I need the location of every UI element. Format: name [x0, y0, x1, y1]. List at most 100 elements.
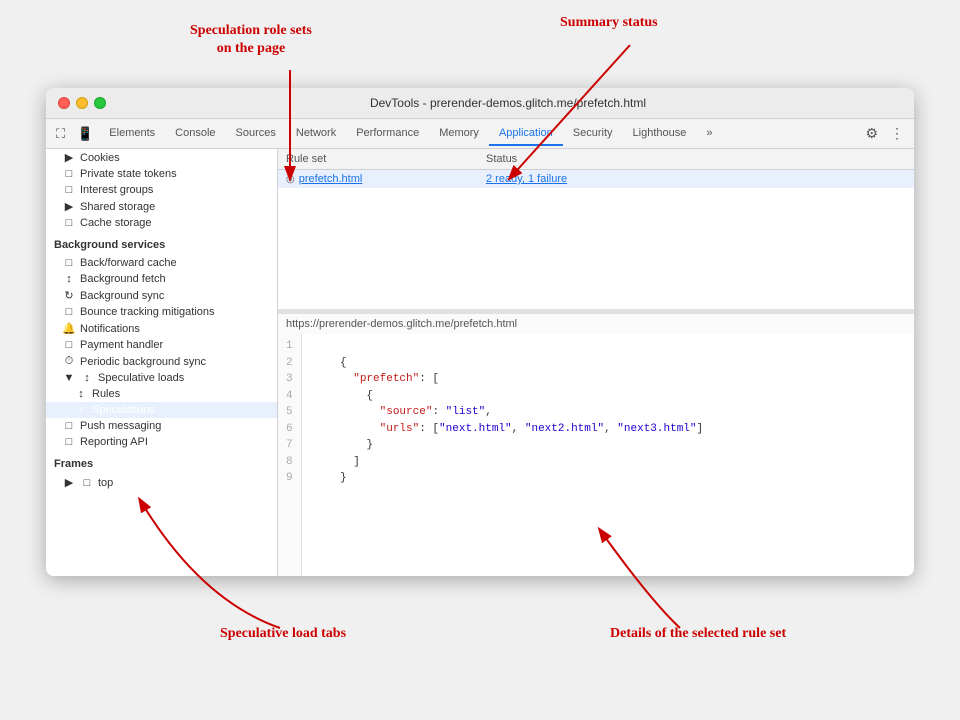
more-options-icon[interactable]: ⋮ [884, 121, 910, 146]
rule-table-header: Rule set Status [278, 149, 914, 170]
sidebar-item-back-forward[interactable]: □ Back/forward cache [46, 255, 277, 271]
code-content: { "prefetch": [ { "source": "list", "url… [302, 334, 716, 576]
sidebar-item-background-fetch[interactable]: ↕ Background fetch [46, 271, 277, 287]
rule-set-cell: ◎ prefetch.html [286, 173, 486, 185]
speculations-icon: ↕ [74, 404, 88, 416]
private-state-icon: □ [62, 168, 76, 180]
annotation-speculative-load-tabs: Speculative load tabs [220, 625, 346, 643]
line-numbers: 1 2 3 4 5 6 7 8 9 [278, 334, 302, 576]
sidebar: ▶ Cookies □ Private state tokens □ Inter… [46, 149, 278, 576]
sidebar-label-periodic-sync: Periodic background sync [80, 356, 206, 368]
rule-icon: ◎ [286, 174, 295, 185]
tab-lighthouse[interactable]: Lighthouse [623, 122, 697, 146]
sidebar-label-shared-storage: Shared storage [80, 201, 155, 213]
cache-storage-icon: □ [62, 217, 76, 229]
sidebar-label-cache-storage: Cache storage [80, 217, 152, 229]
sidebar-label-top: top [98, 477, 113, 489]
traffic-light-green[interactable] [94, 97, 106, 109]
sidebar-label-payment-handler: Payment handler [80, 339, 163, 351]
speculative-loads-icon: ↕ [80, 372, 94, 384]
reporting-api-icon: □ [62, 436, 76, 448]
devtools-icon-device[interactable]: 📱 [71, 122, 99, 146]
sidebar-item-top-frame[interactable]: ▶ □ top [46, 474, 277, 491]
tab-console[interactable]: Console [165, 122, 225, 146]
shared-storage-icon: ▶ [62, 200, 76, 213]
sidebar-item-bounce-tracking[interactable]: □ Bounce tracking mitigations [46, 304, 277, 320]
title-bar: DevTools - prerender-demos.glitch.me/pre… [46, 88, 914, 119]
code-view: 1 2 3 4 5 6 7 8 9 { "prefetch": [ { "sou… [278, 334, 914, 576]
sidebar-label-background-fetch: Background fetch [80, 273, 166, 285]
sidebar-label-bounce-tracking: Bounce tracking mitigations [80, 306, 215, 318]
payment-handler-icon: □ [62, 339, 76, 351]
sidebar-label-notifications: Notifications [80, 323, 140, 335]
main-panel: Rule set Status ◎ prefetch.html 2 ready,… [278, 149, 914, 576]
bottom-panel: https://prerender-demos.glitch.me/prefet… [278, 313, 914, 576]
sidebar-label-interest-groups: Interest groups [80, 184, 153, 196]
cookies-icon: ▶ [62, 151, 76, 164]
rules-icon: ↕ [74, 388, 88, 400]
devtools-body: ▶ Cookies □ Private state tokens □ Inter… [46, 149, 914, 576]
status-col-header: Status [486, 153, 906, 165]
url-text: https://prerender-demos.glitch.me/prefet… [286, 318, 517, 330]
status-cell: 2 ready, 1 failure [486, 173, 906, 185]
traffic-lights [58, 97, 106, 109]
sidebar-item-cache-storage[interactable]: □ Cache storage [46, 215, 277, 231]
traffic-light-yellow[interactable] [76, 97, 88, 109]
tab-network[interactable]: Network [286, 122, 346, 146]
devtools-tab-bar: ⛶ 📱 Elements Console Sources Network Per… [46, 119, 914, 149]
tab-sources[interactable]: Sources [226, 122, 286, 146]
annotation-speculation-role-sets: Speculation role setson the page [190, 22, 312, 58]
sidebar-item-notifications[interactable]: 🔔 Notifications [46, 320, 277, 337]
tab-more[interactable]: » [696, 122, 722, 146]
tab-application[interactable]: Application [489, 122, 563, 146]
sidebar-item-cookies[interactable]: ▶ Cookies [46, 149, 277, 166]
sidebar-label-speculative-loads: Speculative loads [98, 372, 184, 384]
sidebar-item-payment-handler[interactable]: □ Payment handler [46, 337, 277, 353]
tab-elements[interactable]: Elements [99, 122, 165, 146]
sidebar-label-rules: Rules [92, 388, 120, 400]
sidebar-label-reporting-api: Reporting API [80, 436, 148, 448]
sidebar-item-speculative-loads[interactable]: ▼ ↕ Speculative loads [46, 370, 277, 386]
sidebar-item-shared-storage[interactable]: ▶ Shared storage [46, 198, 277, 215]
rule-table-row[interactable]: ◎ prefetch.html 2 ready, 1 failure [278, 170, 914, 188]
background-sync-icon: ↻ [62, 289, 76, 302]
annotation-summary-status: Summary status [560, 14, 658, 32]
sidebar-label-speculations: Speculations [92, 404, 155, 416]
devtools-icon-inspect[interactable]: ⛶ [50, 122, 71, 146]
top-panel: Rule set Status ◎ prefetch.html 2 ready,… [278, 149, 914, 309]
tab-performance[interactable]: Performance [346, 122, 429, 146]
sidebar-item-background-sync[interactable]: ↻ Background sync [46, 287, 277, 304]
bounce-tracking-icon: □ [62, 306, 76, 318]
status-badge[interactable]: 2 ready, 1 failure [486, 173, 567, 185]
tab-security[interactable]: Security [563, 122, 623, 146]
sidebar-item-rules[interactable]: ↕ Rules [46, 386, 277, 402]
frame-icon: □ [80, 477, 94, 489]
traffic-light-red[interactable] [58, 97, 70, 109]
push-messaging-icon: □ [62, 420, 76, 432]
periodic-sync-icon: ⏱ [62, 355, 76, 368]
sidebar-item-periodic-sync[interactable]: ⏱ Periodic background sync [46, 353, 277, 370]
rule-set-link[interactable]: prefetch.html [299, 173, 363, 185]
sidebar-item-push-messaging[interactable]: □ Push messaging [46, 418, 277, 434]
sidebar-label-cookies: Cookies [80, 152, 120, 164]
speculative-loads-collapse-icon: ▼ [62, 372, 76, 384]
sidebar-label-push-messaging: Push messaging [80, 420, 161, 432]
browser-window: DevTools - prerender-demos.glitch.me/pre… [46, 88, 914, 576]
settings-icon[interactable]: ⚙ [859, 121, 884, 146]
sidebar-item-private-state[interactable]: □ Private state tokens [46, 166, 277, 182]
background-services-header: Background services [46, 235, 277, 255]
background-fetch-icon: ↕ [62, 273, 76, 285]
sidebar-label-background-sync: Background sync [80, 290, 164, 302]
back-forward-icon: □ [62, 257, 76, 269]
sidebar-item-speculations[interactable]: ↕ Speculations [46, 402, 277, 418]
frame-toggle-icon: ▶ [62, 476, 76, 489]
url-bar: https://prerender-demos.glitch.me/prefet… [278, 313, 914, 334]
sidebar-item-interest-groups[interactable]: □ Interest groups [46, 182, 277, 198]
sidebar-label-back-forward: Back/forward cache [80, 257, 177, 269]
notifications-icon: 🔔 [62, 322, 76, 335]
window-title: DevTools - prerender-demos.glitch.me/pre… [114, 96, 902, 110]
sidebar-item-reporting-api[interactable]: □ Reporting API [46, 434, 277, 450]
interest-groups-icon: □ [62, 184, 76, 196]
sidebar-label-private-state: Private state tokens [80, 168, 177, 180]
tab-memory[interactable]: Memory [429, 122, 489, 146]
